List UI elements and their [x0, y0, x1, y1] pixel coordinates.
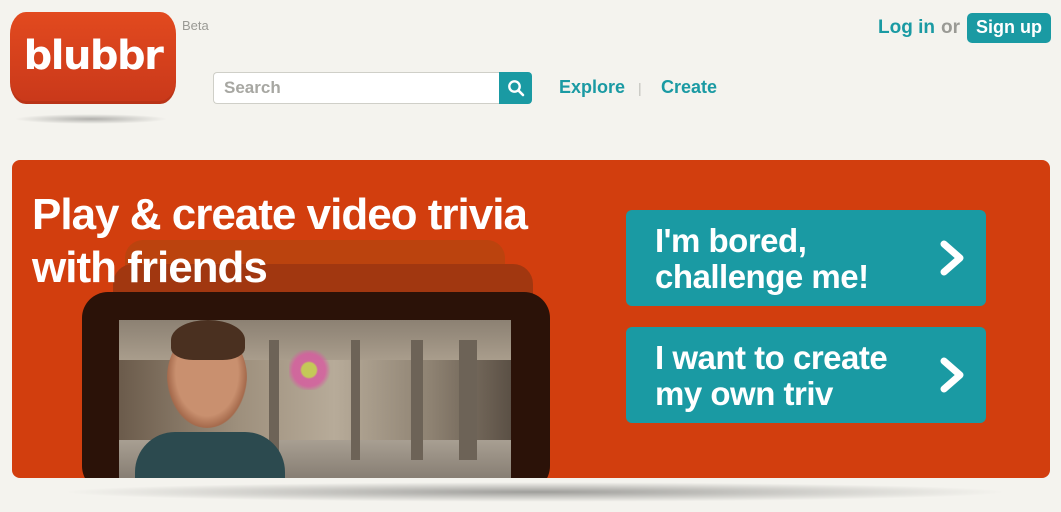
video-graffiti	[289, 350, 339, 390]
create-trivia-button[interactable]: I want to create my own triv	[626, 327, 986, 423]
hero-title-line-2: with friends	[32, 243, 268, 292]
video-person-body	[135, 432, 285, 478]
or-label: or	[941, 17, 960, 38]
hero-title: Play & create video trivia with friends	[32, 188, 528, 294]
cta-label-line-1: I want to create	[655, 339, 888, 376]
search-icon	[507, 80, 524, 97]
hero-banner: Play & create video trivia with friends …	[12, 160, 1050, 478]
auth-links: Log in or Sign up	[878, 13, 1051, 43]
video-pillar	[351, 340, 360, 460]
nav-separator: |	[638, 80, 642, 96]
cta-label: I'm bored, challenge me!	[655, 223, 925, 295]
nav-explore[interactable]: Explore	[559, 77, 625, 98]
chevron-right-icon	[940, 240, 964, 276]
challenge-me-button[interactable]: I'm bored, challenge me!	[626, 210, 986, 306]
beta-label: Beta	[182, 18, 209, 33]
nav-create[interactable]: Create	[661, 77, 717, 98]
cta-label: I want to create my own triv	[655, 340, 925, 412]
search-input[interactable]	[213, 72, 499, 104]
logo-link[interactable]: blubbr	[10, 12, 176, 104]
hero-title-line-1: Play & create video trivia	[32, 190, 528, 239]
hero-shadow	[60, 482, 1010, 502]
chevron-right-icon	[940, 357, 964, 393]
logo[interactable]: blubbr	[10, 12, 176, 104]
video-pillar	[411, 340, 423, 460]
logo-shadow	[14, 114, 168, 124]
search-button[interactable]	[499, 72, 532, 104]
logo-text: blubbr	[23, 33, 164, 79]
search-bar	[213, 72, 532, 104]
cta-label-line-2: my own triv	[655, 375, 833, 412]
login-link[interactable]: Log in	[878, 17, 935, 39]
video-person-hair	[171, 320, 245, 360]
signup-button[interactable]: Sign up	[967, 13, 1051, 43]
cta-label-line-2: challenge me!	[655, 258, 869, 295]
cta-label-line-1: I'm bored,	[655, 222, 807, 259]
video-pillar	[459, 340, 477, 460]
video-preview[interactable]	[119, 320, 511, 478]
